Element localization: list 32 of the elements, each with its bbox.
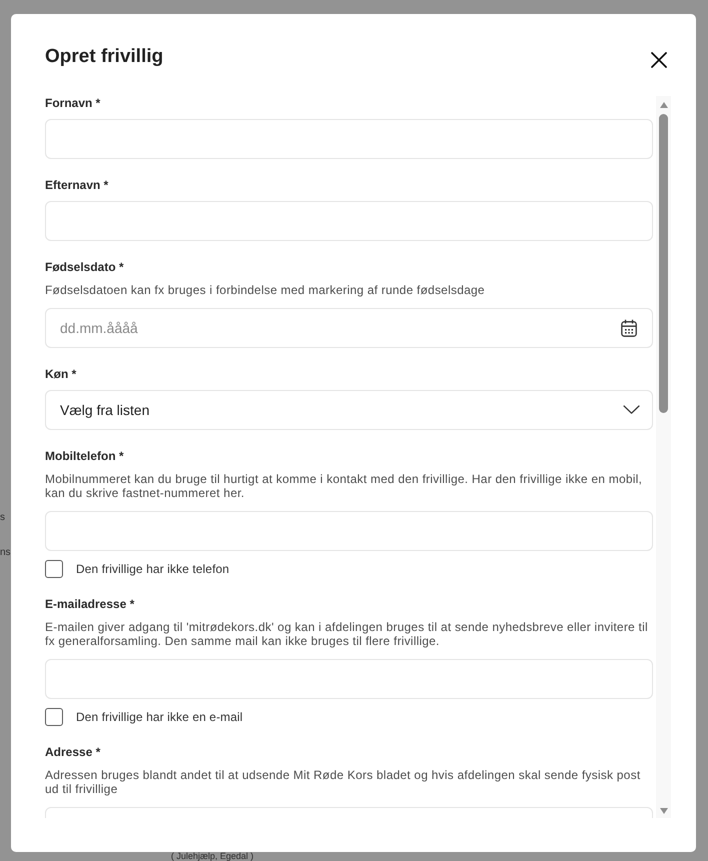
checkbox[interactable] [45, 708, 63, 726]
field-label: Fødselsdato * [45, 260, 125, 274]
field-label: Køn * [45, 366, 78, 380]
scrollbar-track[interactable] [656, 96, 671, 818]
field-label: Adresse * [45, 744, 102, 758]
checkbox-label: Den frivillige har ikke en e-mail [76, 710, 243, 724]
field-label: Mobiltelefon * [45, 448, 125, 462]
help-text: E-mailen giver adgang til 'mitrødekors.dk' og kan i afdelingen bruges til at sende nyhedsbreve eller invitere til fx generalforsamling. Den samme mail kan ikke bruges til flere frivillige. [45, 620, 649, 648]
select-field[interactable]: Vælg fra listen [45, 390, 653, 430]
help-text: Adressen bruges blandt andet til at udsende Mit Røde Kors bladet og hvis afdelingen skal sende fysisk post ud til frivillige [45, 768, 642, 796]
calendar-icon[interactable] [621, 318, 637, 336]
chevron-down-icon [623, 405, 640, 414]
background-text: ( Julehjælp, Egedal ) [171, 852, 254, 861]
checkbox-label: Den frivillige har ikke telefon [76, 562, 230, 576]
field-label: Fornavn * [45, 96, 102, 110]
text-field[interactable] [45, 119, 653, 159]
checkbox[interactable] [45, 560, 63, 578]
background-text: s [0, 511, 5, 525]
text-field[interactable] [45, 201, 653, 241]
close-icon [651, 52, 667, 68]
field-label: E-mailadresse * [45, 596, 136, 610]
scroll-down-icon[interactable] [660, 808, 668, 814]
background-text: ns [0, 546, 11, 560]
help-text: Mobilnummeret kan du bruge til hurtigt at komme i kontakt med den frivillige. Har den frivillige ikke en mobil, kan du skrive fastnet-nummeret her. [45, 472, 644, 500]
text-field[interactable] [45, 658, 653, 698]
scrollbar-thumb[interactable] [659, 114, 668, 413]
dialog-title: Opret frivillig [45, 46, 164, 68]
help-text: Fødselsdatoen kan fx bruges i forbindelse med markering af runde fødselsdage [45, 283, 486, 298]
field-label: Efternavn * [45, 178, 110, 192]
text-field[interactable] [45, 510, 653, 550]
scroll-up-icon[interactable] [660, 102, 668, 108]
date-field[interactable]: dd.mm.åååå [45, 308, 653, 348]
